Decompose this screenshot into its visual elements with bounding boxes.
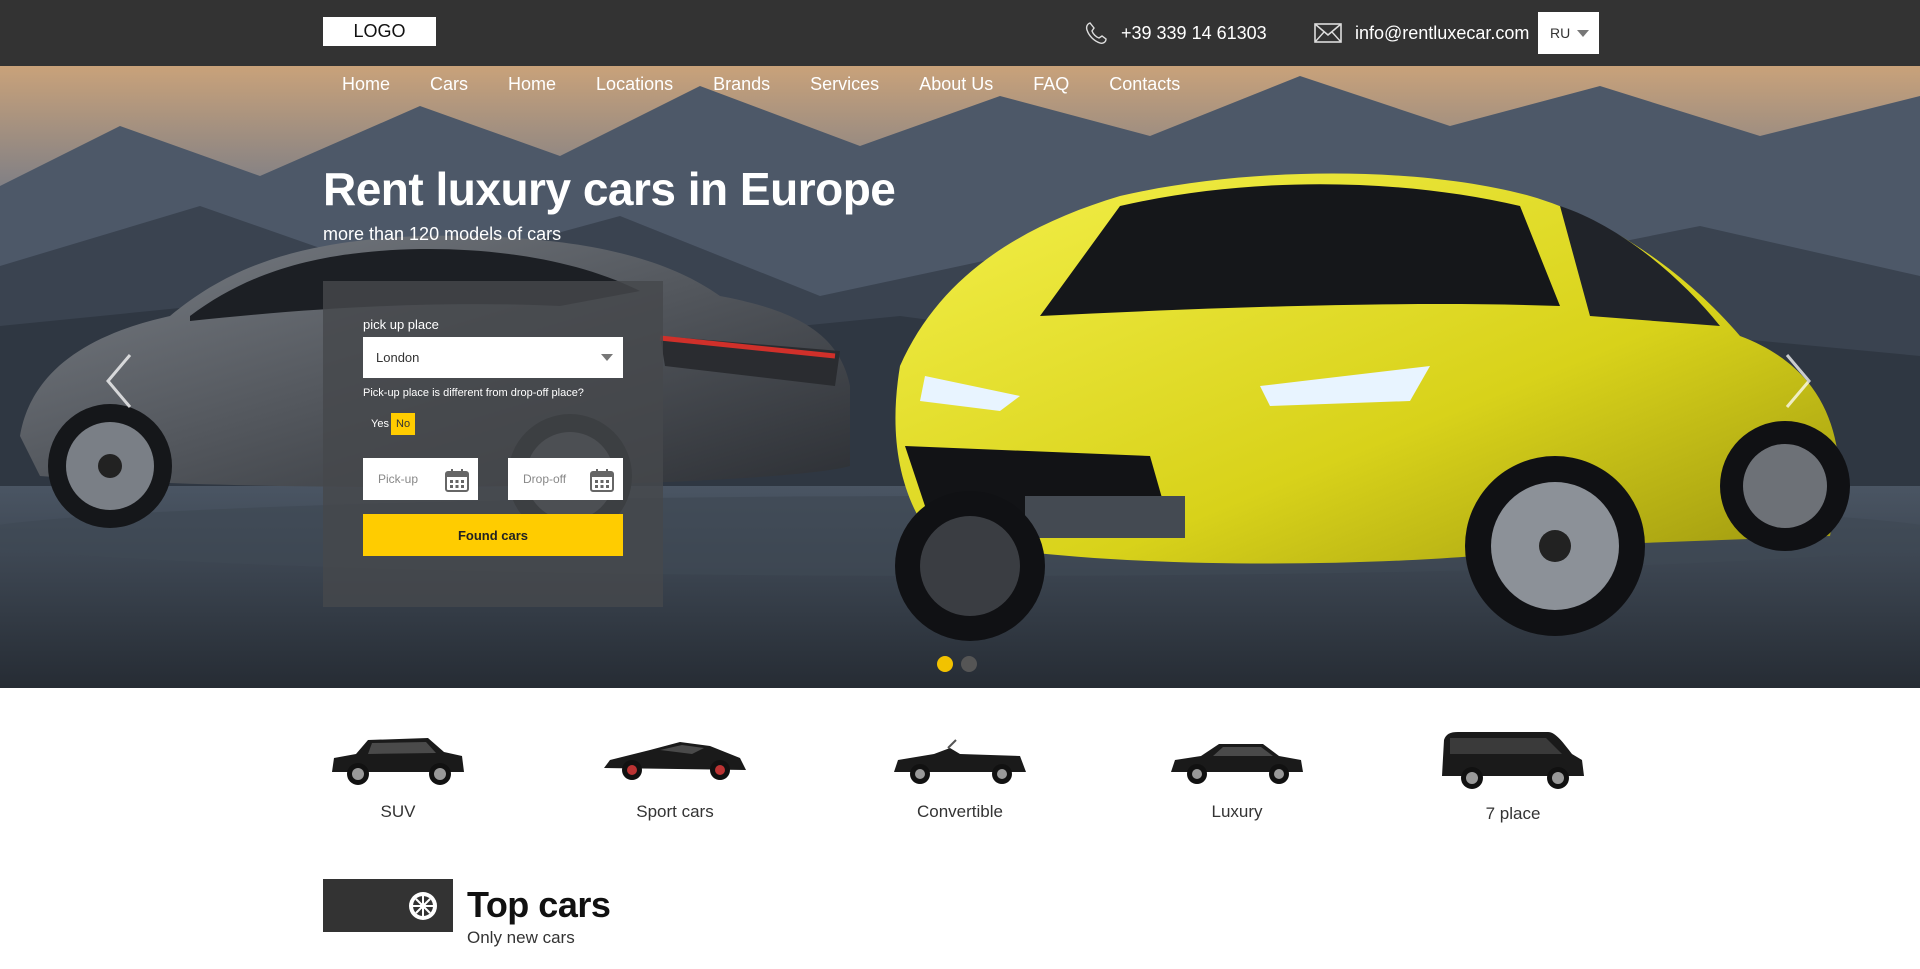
convertible-car-icon [894, 739, 1026, 784]
email-contact[interactable]: info@rentluxecar.com [1313, 17, 1529, 49]
car-categories: SUV Sport cars Convertible Luxury 7 plac… [0, 688, 1920, 848]
top-cars-subtitle: Only new cars [467, 928, 575, 947]
pickup-place-select[interactable]: London [363, 337, 623, 378]
calendar-icon [590, 469, 614, 492]
email-address: info@rentluxecar.com [1355, 22, 1530, 43]
hero-background-image [0, 66, 1920, 688]
category-label: 7 place [1485, 804, 1541, 823]
language-select[interactable]: RU [1538, 12, 1599, 54]
nav-item-services[interactable]: Services [810, 74, 879, 95]
minivan-icon [1442, 732, 1584, 789]
dropoff-date-field[interactable]: Drop-off [508, 458, 623, 500]
nav-item-home[interactable]: Home [342, 74, 390, 95]
logo[interactable]: LOGO [323, 17, 436, 46]
nav-item-contacts[interactable]: Contacts [1109, 74, 1180, 95]
language-value: RU [1550, 25, 1571, 41]
main-nav: Home Cars Home Locations Brands Services… [342, 74, 1220, 95]
category-label: SUV [380, 802, 416, 821]
category-luxury[interactable]: Luxury [1152, 730, 1322, 822]
nav-item-cars[interactable]: Cars [430, 74, 468, 95]
phone-number: +39 339 14 61303 [1121, 22, 1267, 43]
different-dropoff-no[interactable]: No [391, 413, 416, 435]
category-sport-cars[interactable]: Sport cars [590, 730, 760, 822]
dropoff-date-placeholder: Drop-off [523, 472, 567, 486]
category-label: Luxury [1211, 802, 1263, 821]
top-bar: LOGO +39 339 14 61303 info@rentluxecar.c… [0, 0, 1920, 66]
suv-car-icon [332, 738, 464, 785]
nav-item-locations[interactable]: Locations [596, 74, 673, 95]
top-cars-title: Top cars [467, 884, 611, 925]
category-label: Convertible [917, 802, 1003, 821]
pickup-place-value: London [376, 350, 420, 365]
mail-icon [1314, 23, 1342, 43]
slider-dot-1[interactable] [937, 656, 953, 672]
hero-slider: Home Cars Home Locations Brands Services… [0, 66, 1920, 688]
calendar-icon [445, 469, 469, 492]
category-convertible[interactable]: Convertible [875, 730, 1045, 822]
search-panel: pick up place London Pick-up place is di… [323, 281, 663, 607]
category-suv[interactable]: SUV [313, 730, 483, 822]
wheel-icon [409, 892, 437, 920]
chevron-down-icon [1577, 29, 1589, 37]
slider-dots [937, 656, 977, 672]
pickup-date-field[interactable]: Pick-up [363, 458, 478, 500]
pickup-place-label: pick up place [363, 317, 439, 332]
category-label: Sport cars [636, 802, 714, 821]
found-cars-button[interactable]: Found cars [363, 514, 623, 556]
nav-item-about-us[interactable]: About Us [919, 74, 993, 95]
chevron-down-icon [601, 354, 613, 361]
category-7-place[interactable]: 7 place [1428, 730, 1598, 824]
nav-item-home-2[interactable]: Home [508, 74, 556, 95]
hero-title: Rent luxury cars in Europe [323, 163, 896, 215]
phone-icon [1085, 22, 1107, 44]
slider-dot-2[interactable] [961, 656, 977, 672]
pickup-date-placeholder: Pick-up [378, 472, 419, 486]
different-dropoff-question: Pick-up place is different from drop-off… [363, 387, 584, 399]
nav-item-faq[interactable]: FAQ [1033, 74, 1069, 95]
top-cars-badge [323, 879, 453, 932]
sport-car-icon [604, 742, 746, 780]
slider-prev-arrow-icon[interactable] [104, 351, 134, 411]
luxury-car-icon [1171, 744, 1303, 784]
hero-subtitle: more than 120 models of cars [323, 224, 562, 244]
slider-next-arrow-icon[interactable] [1783, 351, 1813, 411]
different-dropoff-yes[interactable]: Yes [366, 413, 394, 435]
nav-item-brands[interactable]: Brands [713, 74, 770, 95]
phone-contact[interactable]: +39 339 14 61303 [1083, 17, 1267, 49]
